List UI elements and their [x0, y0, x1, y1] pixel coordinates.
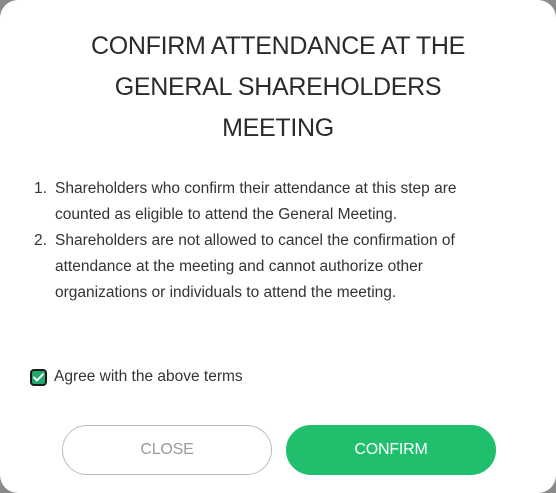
term-item: 2. Shareholders are not allowed to cance…	[34, 228, 514, 306]
check-icon	[33, 372, 44, 381]
agree-terms-label: Agree with the above terms	[54, 368, 243, 385]
term-text: Shareholders who confirm their attendanc…	[55, 180, 457, 223]
term-item: 1. Shareholders who confirm their attend…	[34, 176, 514, 228]
terms-list: 1. Shareholders who confirm their attend…	[34, 176, 514, 306]
agree-terms-row[interactable]: Agree with the above terms	[30, 366, 243, 388]
term-text: Shareholders are not allowed to cancel t…	[55, 232, 455, 301]
dialog-title-line: GENERAL SHAREHOLDERS	[114, 73, 442, 101]
term-number: 1.	[34, 180, 47, 197]
close-button[interactable]: CLOSE	[62, 425, 272, 475]
agree-terms-checkbox[interactable]	[30, 368, 47, 386]
dialog-title-line: MEETING	[222, 114, 334, 142]
confirm-button[interactable]: CONFIRM	[286, 425, 496, 475]
dialog-title: CONFIRM ATTENDANCE AT THE GENERAL SHAREH…	[40, 26, 516, 149]
confirm-attendance-dialog: CONFIRM ATTENDANCE AT THE GENERAL SHAREH…	[0, 0, 556, 493]
dialog-title-line: CONFIRM ATTENDANCE AT THE	[90, 32, 466, 60]
term-number: 2.	[34, 232, 47, 249]
